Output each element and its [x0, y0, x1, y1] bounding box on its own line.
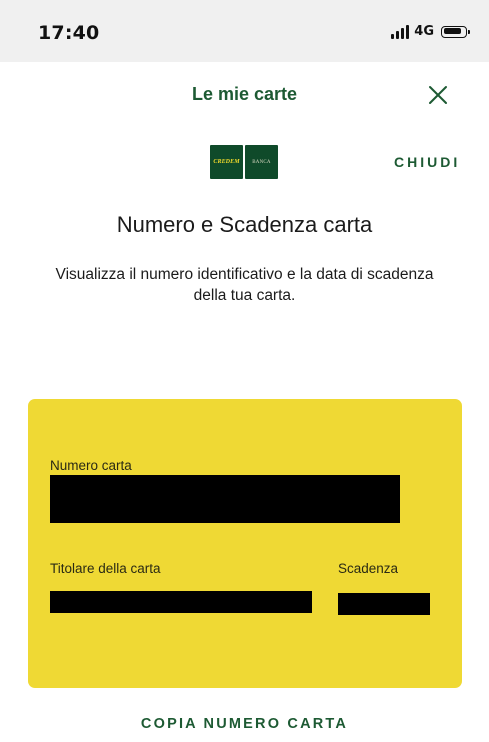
card-holder-redacted [50, 591, 312, 613]
signal-bars-icon [391, 24, 410, 39]
logo-sub-block: BANCA [245, 145, 278, 179]
status-indicators: 4G [391, 24, 470, 39]
status-bar: 17:40 4G [0, 0, 489, 62]
card-holder-label: Titolare della carta [50, 561, 161, 576]
logo-brand-text: CREDEM [213, 159, 240, 165]
copy-card-number-button[interactable]: COPIA NUMERO CARTA [0, 716, 489, 732]
bank-logo: CREDEM BANCA [210, 145, 278, 179]
card-number-redacted [50, 475, 400, 523]
close-x-icon[interactable] [428, 85, 448, 105]
section-title: Numero e Scadenza carta [116, 212, 373, 237]
close-link[interactable]: CHIUDI [394, 154, 460, 170]
card-expiry-label: Scadenza [338, 561, 399, 576]
logo-brand-block: CREDEM [210, 145, 243, 179]
card-number-label: Numero carta [50, 458, 132, 473]
network-type: 4G [414, 24, 434, 39]
battery-icon [441, 25, 470, 38]
logo-sub-text: BANCA [252, 159, 271, 165]
card-panel: Numero carta Titolare della carta Scaden… [28, 399, 462, 688]
section-description: Visualizza il numero identificativo e la… [55, 266, 434, 304]
page-title: Le mie carte [191, 84, 298, 104]
card-expiry-redacted [338, 593, 430, 615]
status-time: 17:40 [38, 22, 100, 44]
